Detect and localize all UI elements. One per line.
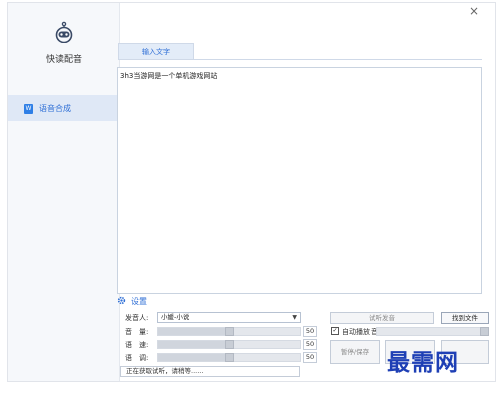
pitch-slider-fill <box>158 354 229 361</box>
speed-slider-thumb[interactable] <box>225 340 234 349</box>
playback-volume-thumb[interactable] <box>479 327 489 336</box>
word-doc-icon: W <box>24 104 33 114</box>
speaker-label: 发音人: <box>125 314 149 322</box>
sidebar: 快读配音 W 语音合成 <box>8 3 120 381</box>
preview-button[interactable]: 试听发音 <box>330 312 434 324</box>
volume-value[interactable]: 50 <box>303 326 317 337</box>
volume-label: 音 量: <box>125 328 149 336</box>
watermark: 最需网 <box>387 350 459 376</box>
speaker-value: 小媛-小说 <box>161 313 190 321</box>
pitch-label: 语 调: <box>125 354 149 362</box>
tab-divider <box>118 59 482 60</box>
pitch-value[interactable]: 50 <box>303 352 317 363</box>
status-bar: 正在获取试听，请稍等...... <box>120 366 300 377</box>
speed-label: 语 速: <box>125 341 149 349</box>
sidebar-item-label: 语音合成 <box>39 104 71 113</box>
speaker-select[interactable]: 小媛-小说 ▼ <box>157 312 301 323</box>
volume-slider-thumb[interactable] <box>225 327 234 336</box>
volume-slider[interactable] <box>157 327 301 336</box>
settings-title: 设置 <box>131 297 147 306</box>
pitch-slider-thumb[interactable] <box>225 353 234 362</box>
pitch-slider[interactable] <box>157 353 301 362</box>
auto-play-checkbox[interactable]: ✓ <box>331 327 339 335</box>
text-input-area[interactable]: 3h3当游网是一个单机游戏网站 <box>117 67 482 294</box>
pause-save-button[interactable]: 暂停/保存 <box>330 340 380 364</box>
chevron-down-icon: ▼ <box>292 314 297 321</box>
robot-logo-icon <box>55 21 73 43</box>
find-file-button[interactable]: 找到文件 <box>441 312 489 324</box>
speed-slider-fill <box>158 341 229 348</box>
tab-input-text[interactable]: 输入文字 <box>118 43 194 60</box>
app-title: 快读配音 <box>45 55 82 65</box>
close-button[interactable]: × <box>469 4 479 18</box>
sidebar-item-speech-synthesis[interactable]: W 语音合成 <box>8 95 120 121</box>
speed-value[interactable]: 50 <box>303 339 317 350</box>
gear-icon <box>117 296 126 305</box>
auto-play-label: 自动播放 <box>342 328 370 336</box>
checkmark-icon: ✓ <box>332 327 338 334</box>
playback-volume-slider[interactable] <box>376 327 489 336</box>
speed-slider[interactable] <box>157 340 301 349</box>
volume-slider-fill <box>158 328 229 335</box>
